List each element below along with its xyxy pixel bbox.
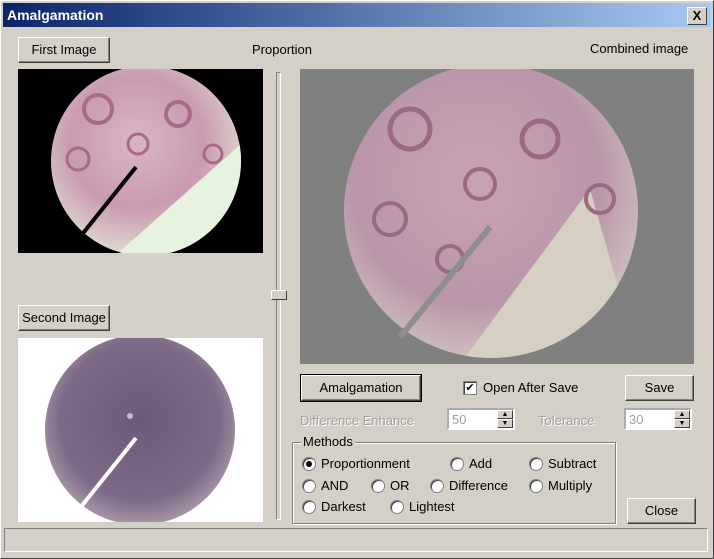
difference-enhance-value: 50 xyxy=(452,412,467,427)
radio-multiply[interactable]: Multiply xyxy=(529,478,592,493)
amalgamation-button[interactable]: Amalgamation xyxy=(300,374,422,402)
radio-subtract[interactable]: Subtract xyxy=(529,456,596,471)
tolerance-label: Tolerance xyxy=(538,413,595,428)
radio-icon xyxy=(430,478,444,493)
difference-enhance-label: Difference Enhance xyxy=(300,413,414,428)
radio-lightest[interactable]: Lightest xyxy=(390,499,455,514)
proportion-label: Proportion xyxy=(252,42,312,57)
radio-selected-icon xyxy=(302,456,316,471)
radio-difference[interactable]: Difference xyxy=(430,478,508,493)
window-title: Amalgamation xyxy=(7,7,104,23)
save-button[interactable]: Save xyxy=(625,375,694,401)
tolerance-spinner[interactable]: 30 ▲ ▼ xyxy=(624,408,692,430)
status-bar xyxy=(4,528,708,552)
radio-and[interactable]: AND xyxy=(302,478,348,493)
combined-image-preview xyxy=(300,69,694,364)
close-button[interactable]: Close xyxy=(627,498,696,524)
radio-icon xyxy=(390,499,404,514)
radio-icon xyxy=(529,456,543,471)
spin-down-icon[interactable]: ▼ xyxy=(674,419,690,428)
radio-label: OR xyxy=(390,478,410,493)
spin-up-icon[interactable]: ▲ xyxy=(674,410,690,419)
radio-label: Subtract xyxy=(548,456,597,471)
spin-up-icon[interactable]: ▲ xyxy=(497,410,513,419)
open-after-save-checkbox[interactable]: ✔ Open After Save xyxy=(463,380,578,395)
combined-image-graphic xyxy=(344,69,638,358)
title-bar: Amalgamation X xyxy=(3,3,711,27)
close-window-icon[interactable]: X xyxy=(687,7,707,25)
tolerance-value: 30 xyxy=(629,412,644,427)
first-image-graphic xyxy=(51,69,241,253)
checkbox-check-icon: ✔ xyxy=(463,380,477,395)
radio-label: AND xyxy=(321,478,349,493)
combined-image-label: Combined image xyxy=(590,41,689,56)
radio-icon xyxy=(302,478,316,493)
open-after-save-label: Open After Save xyxy=(483,380,579,395)
radio-label: Proportionment xyxy=(321,456,410,471)
spin-down-icon[interactable]: ▼ xyxy=(497,419,513,428)
first-image-button[interactable]: First Image xyxy=(18,37,110,63)
proportion-slider[interactable] xyxy=(271,72,287,520)
difference-enhance-spinner[interactable]: 50 ▲ ▼ xyxy=(447,408,515,430)
radio-label: Darkest xyxy=(321,499,366,514)
radio-icon xyxy=(371,478,385,493)
first-image-preview xyxy=(18,69,263,253)
second-image-button[interactable]: Second Image xyxy=(18,305,110,331)
radio-label: Lightest xyxy=(409,499,455,514)
slider-thumb[interactable] xyxy=(271,290,287,300)
radio-label: Add xyxy=(469,456,493,471)
radio-icon xyxy=(450,456,464,471)
second-image-graphic xyxy=(45,338,235,522)
radio-label: Difference xyxy=(449,478,509,493)
radio-proportionment[interactable]: Proportionment xyxy=(302,456,410,471)
radio-icon xyxy=(302,499,316,514)
radio-label: Multiply xyxy=(548,478,593,493)
radio-darkest[interactable]: Darkest xyxy=(302,499,366,514)
radio-icon xyxy=(529,478,543,493)
methods-group-label: Methods xyxy=(301,434,355,449)
radio-or[interactable]: OR xyxy=(371,478,410,493)
radio-add[interactable]: Add xyxy=(450,456,492,471)
second-image-preview xyxy=(18,338,263,522)
